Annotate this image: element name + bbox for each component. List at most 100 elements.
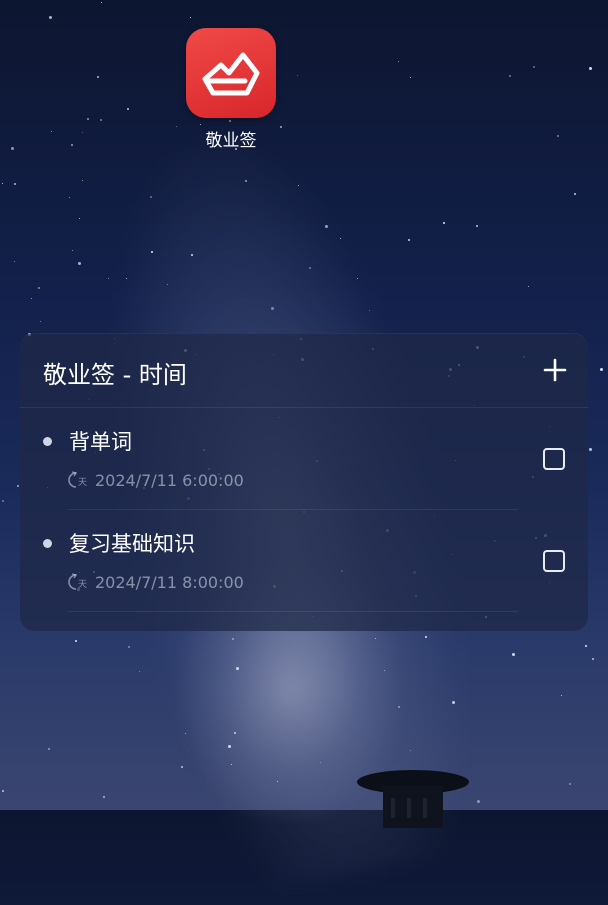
star xyxy=(78,262,81,265)
star xyxy=(325,225,328,228)
star xyxy=(17,485,19,487)
star xyxy=(100,119,102,121)
star xyxy=(271,307,274,310)
bullet-dot xyxy=(43,539,52,548)
star xyxy=(103,796,105,798)
star xyxy=(297,75,298,76)
star xyxy=(533,66,535,68)
star xyxy=(425,636,427,638)
star xyxy=(410,77,411,78)
svg-text:天: 天 xyxy=(78,478,87,488)
star xyxy=(2,790,4,792)
task-item[interactable]: 复习基础知识 天 2024/7/11 8:00:00 xyxy=(20,509,588,611)
star xyxy=(72,250,73,251)
star xyxy=(49,16,52,19)
star xyxy=(234,732,236,734)
star xyxy=(31,298,32,299)
star xyxy=(101,2,102,3)
task-time: 2024/7/11 6:00:00 xyxy=(95,471,244,490)
star xyxy=(477,800,480,803)
star xyxy=(375,638,376,639)
plus-icon xyxy=(543,358,567,382)
star xyxy=(40,321,41,322)
star xyxy=(167,284,168,285)
star xyxy=(69,197,70,198)
star xyxy=(14,261,15,262)
star xyxy=(75,640,77,642)
repeat-day-icon: 天 xyxy=(68,573,87,590)
star xyxy=(2,183,3,184)
star xyxy=(569,783,571,785)
star xyxy=(127,108,129,110)
star xyxy=(509,75,511,77)
star xyxy=(357,278,358,279)
star xyxy=(408,239,410,241)
star xyxy=(369,310,370,311)
star xyxy=(79,218,80,219)
star xyxy=(298,185,299,186)
star xyxy=(228,745,231,748)
star xyxy=(320,762,321,763)
star xyxy=(190,17,191,18)
star xyxy=(443,222,445,224)
task-title: 背单词 xyxy=(69,430,132,454)
widget-title: 敬业签 - 时间 xyxy=(43,361,187,389)
add-button[interactable] xyxy=(538,353,572,387)
widget-header: 敬业签 - 时间 xyxy=(20,333,588,407)
star xyxy=(139,671,140,672)
observatory-silhouette xyxy=(357,770,469,828)
star xyxy=(277,781,278,782)
star xyxy=(452,701,455,704)
star xyxy=(38,287,40,289)
star xyxy=(528,286,529,287)
star xyxy=(574,193,576,195)
star xyxy=(585,645,587,647)
task-checkbox[interactable] xyxy=(543,550,565,572)
star xyxy=(48,748,50,750)
star xyxy=(11,147,14,150)
star xyxy=(200,124,201,125)
star xyxy=(231,764,232,765)
task-title: 复习基础知识 xyxy=(69,532,195,556)
app-label: 敬业签 xyxy=(205,131,257,151)
star xyxy=(398,706,400,708)
star xyxy=(97,76,99,78)
star xyxy=(236,667,239,670)
todo-widget[interactable]: 敬业签 - 时间 背单词 天 2024/7/11 6:00:00 复习基础知识 … xyxy=(20,333,588,631)
star xyxy=(2,500,4,502)
task-item[interactable]: 背单词 天 2024/7/11 6:00:00 xyxy=(20,407,588,509)
star xyxy=(410,750,411,751)
star xyxy=(340,238,341,239)
star xyxy=(176,126,177,127)
jingyeqian-app-icon[interactable] xyxy=(186,28,276,118)
star xyxy=(87,118,89,120)
star xyxy=(14,183,16,185)
svg-text:天: 天 xyxy=(78,580,87,590)
star xyxy=(82,132,83,133)
star xyxy=(398,61,399,62)
star xyxy=(589,67,592,70)
star xyxy=(126,278,127,279)
star xyxy=(185,733,186,734)
boat-logo-icon xyxy=(202,52,260,96)
star xyxy=(600,368,603,371)
task-divider xyxy=(68,611,518,612)
repeat-day-icon: 天 xyxy=(68,471,87,488)
star xyxy=(71,144,73,146)
star xyxy=(181,766,183,768)
star xyxy=(232,638,234,640)
star xyxy=(592,658,594,660)
star xyxy=(561,695,562,696)
star xyxy=(309,267,311,269)
star xyxy=(82,180,83,181)
star xyxy=(150,196,152,198)
star xyxy=(191,254,193,256)
star xyxy=(151,251,153,253)
star xyxy=(280,126,282,128)
task-time: 2024/7/11 8:00:00 xyxy=(95,573,244,592)
star xyxy=(51,131,52,132)
star xyxy=(589,448,592,451)
star xyxy=(476,225,478,227)
task-checkbox[interactable] xyxy=(543,448,565,470)
star xyxy=(557,135,559,137)
